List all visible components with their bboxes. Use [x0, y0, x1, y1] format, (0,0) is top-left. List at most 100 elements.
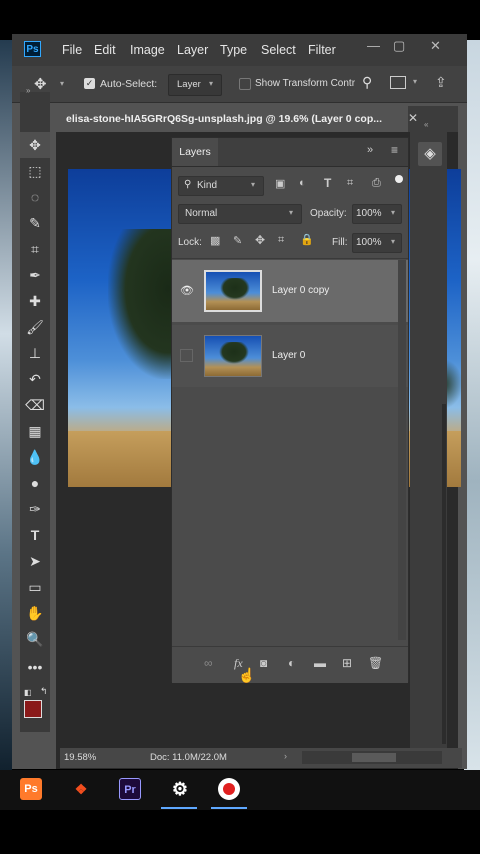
- layers-scrollbar[interactable]: [398, 260, 406, 640]
- menu-file[interactable]: File: [62, 43, 82, 57]
- document-tab[interactable]: elisa-stone-hIA5GRrQ6Sg-unsplash.jpg @ 1…: [60, 106, 408, 132]
- delete-layer-icon[interactable]: 🗑: [368, 656, 383, 670]
- marquee-tool-icon[interactable]: ⬚: [20, 158, 50, 184]
- tool-preset-chevron-icon[interactable]: ▾: [60, 79, 64, 88]
- close-button[interactable]: ✕: [430, 38, 441, 54]
- new-layer-icon[interactable]: ⊞: [342, 656, 352, 670]
- swap-colors-icon[interactable]: ↰: [40, 686, 48, 697]
- search-icon[interactable]: ⚲: [362, 74, 372, 91]
- minimize-button[interactable]: —: [367, 38, 380, 53]
- layer-name[interactable]: Layer 0 copy: [272, 285, 329, 296]
- horizontal-scroll-thumb[interactable]: [352, 753, 396, 762]
- layer-row[interactable]: 👁 Layer 0 copy: [172, 260, 408, 322]
- workspace-chevron-icon[interactable]: ▾: [413, 77, 417, 86]
- record-button[interactable]: [218, 778, 240, 800]
- history-brush-tool-icon[interactable]: ↶: [20, 366, 50, 392]
- auto-select-target-dropdown[interactable]: Layer ▾: [168, 74, 222, 96]
- path-selection-tool-icon[interactable]: ➤: [20, 548, 50, 574]
- share-icon[interactable]: ⇪: [435, 74, 447, 91]
- move-tool-icon[interactable]: ✥: [34, 75, 47, 93]
- lock-position-icon[interactable]: ✥: [255, 233, 265, 247]
- canvas-vertical-scrollbar[interactable]: [442, 404, 446, 744]
- divider: [172, 258, 408, 259]
- filter-kind-dropdown[interactable]: ⚲ Kind ▾: [178, 176, 264, 196]
- close-tab-icon[interactable]: ✕: [408, 111, 418, 125]
- link-layers-icon[interactable]: ∞: [204, 656, 213, 670]
- new-group-icon[interactable]: ▬: [314, 656, 326, 670]
- auto-select-checkbox[interactable]: ✓: [84, 78, 95, 89]
- layer-thumbnail[interactable]: [204, 270, 262, 312]
- pen-tool-icon[interactable]: ✑: [20, 496, 50, 522]
- type-filter-icon[interactable]: T: [324, 176, 331, 190]
- chevron-down-icon: ▾: [391, 237, 396, 246]
- zoom-level[interactable]: 19.58%: [64, 752, 96, 763]
- visibility-toggle[interactable]: [180, 349, 193, 362]
- menu-type[interactable]: Type: [220, 43, 247, 57]
- blend-mode-value: Normal: [185, 208, 218, 219]
- collapse-panel-icon[interactable]: »: [367, 144, 373, 156]
- blend-mode-dropdown[interactable]: Normal ▾: [178, 204, 302, 224]
- hand-tool-icon[interactable]: ✋: [20, 600, 50, 626]
- layers-panel-footer: ∞ fx ◙ ◐ ▬ ⊞ 🗑 ☝: [172, 646, 408, 683]
- lasso-tool-icon[interactable]: ◌: [20, 184, 50, 210]
- brush-tool-icon[interactable]: 🖌: [20, 314, 50, 340]
- filter-toggle-icon[interactable]: [395, 175, 403, 183]
- gradient-tool-icon[interactable]: ▦: [20, 418, 50, 444]
- add-mask-icon[interactable]: ◙: [260, 656, 267, 670]
- layers-icon[interactable]: ◈: [418, 142, 442, 166]
- panel-menu-icon[interactable]: ≡: [391, 143, 398, 157]
- dodge-tool-icon[interactable]: ●: [20, 470, 50, 496]
- shape-filter-icon[interactable]: ⌗: [347, 177, 353, 190]
- lock-transparent-icon[interactable]: ▩: [210, 234, 220, 247]
- quick-select-tool-icon[interactable]: ✎: [20, 210, 50, 236]
- taskbar-app-figma[interactable]: ❖: [70, 778, 92, 800]
- menu-edit[interactable]: Edit: [94, 43, 116, 57]
- expand-panels-icon[interactable]: «: [424, 120, 428, 129]
- eyedropper-tool-icon[interactable]: ✒: [20, 262, 50, 288]
- status-menu-arrow-icon[interactable]: ›: [284, 751, 287, 761]
- workspace-icon[interactable]: [390, 76, 406, 89]
- more-tools-icon[interactable]: •••: [20, 654, 50, 680]
- filter-kind-value: Kind: [197, 180, 218, 191]
- eraser-tool-icon[interactable]: ⌫: [20, 392, 50, 418]
- foreground-color-swatch[interactable]: [24, 700, 42, 718]
- taskbar-app-premiere[interactable]: Pr: [119, 778, 141, 800]
- default-colors-icon[interactable]: ◧: [24, 688, 32, 697]
- crop-tool-icon[interactable]: ⌗: [20, 236, 50, 262]
- blur-tool-icon[interactable]: 💧: [20, 444, 50, 470]
- menu-layer[interactable]: Layer: [177, 43, 208, 57]
- background-left-edge: [0, 40, 12, 775]
- eye-icon[interactable]: 👁: [180, 284, 194, 297]
- show-transform-checkbox[interactable]: [239, 78, 251, 90]
- move-tool-icon[interactable]: ✥: [20, 132, 50, 158]
- show-transform-label: Show Transform Contr: [255, 78, 355, 89]
- new-adjustment-icon[interactable]: ◐: [288, 656, 295, 670]
- adjustment-filter-icon[interactable]: ◐: [299, 177, 306, 189]
- fill-value: 100%: [356, 237, 382, 248]
- tree-thumbnail: [219, 342, 249, 364]
- fill-field[interactable]: 100% ▾: [352, 233, 402, 253]
- layer-name[interactable]: Layer 0: [272, 350, 305, 361]
- menu-select[interactable]: Select: [261, 43, 296, 57]
- lock-all-icon[interactable]: 🔒: [300, 233, 314, 246]
- layer-thumbnail[interactable]: [204, 335, 262, 377]
- healing-brush-tool-icon[interactable]: ✚: [20, 288, 50, 314]
- opacity-field[interactable]: 100% ▾: [352, 204, 402, 224]
- settings-icon[interactable]: ⚙: [169, 778, 191, 800]
- maximize-button[interactable]: ▢: [393, 38, 405, 54]
- rectangle-tool-icon[interactable]: ▭: [20, 574, 50, 600]
- collapse-toolbar-icon[interactable]: »: [26, 86, 30, 95]
- menu-image[interactable]: Image: [130, 43, 165, 57]
- clone-stamp-tool-icon[interactable]: ⊥: [20, 340, 50, 366]
- taskbar-app-photoshop[interactable]: Ps: [20, 778, 42, 800]
- horizontal-scrollbar[interactable]: [302, 751, 442, 764]
- smart-object-filter-icon[interactable]: ⎙: [372, 177, 381, 190]
- zoom-tool-icon[interactable]: 🔍: [20, 626, 50, 652]
- layer-row[interactable]: Layer 0: [172, 325, 408, 387]
- lock-image-icon[interactable]: ✎: [233, 234, 242, 247]
- tab-layers[interactable]: Layers: [172, 138, 218, 166]
- type-tool-icon[interactable]: T: [20, 522, 50, 548]
- pixel-filter-icon[interactable]: ▣: [275, 177, 285, 190]
- lock-artboard-icon[interactable]: ⌗: [278, 234, 284, 247]
- menu-filter[interactable]: Filter: [308, 43, 336, 57]
